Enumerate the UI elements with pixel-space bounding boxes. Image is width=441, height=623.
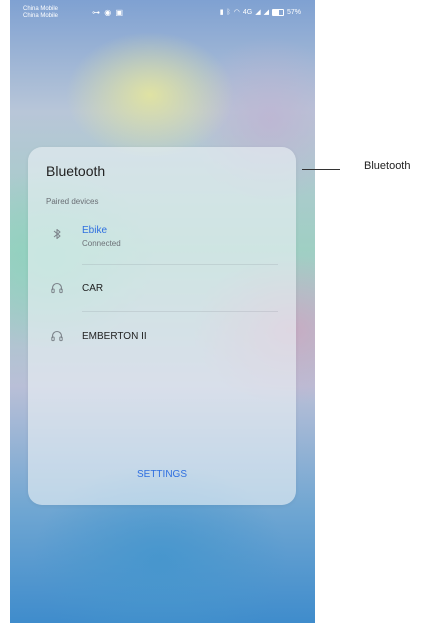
vibrate-icon: ▮ <box>219 9 224 16</box>
screenshot-canvas: China Mobile China Mobile ⊶ ◉ ▣ ▮ ᛒ ◠ 4G… <box>0 0 441 623</box>
battery-percent: 57% <box>286 8 301 16</box>
status-icons-right: ▮ ᛒ ◠ 4G ◢ ◢ 57% <box>220 8 301 16</box>
bluetooth-panel: Bluetooth Paired devices Ebike Connected <box>28 147 296 505</box>
bluetooth-icon <box>50 227 64 241</box>
signal-icon-2: ◢ <box>263 9 269 16</box>
bluetooth-status-icon: ᛒ <box>226 8 231 16</box>
panel-title: Bluetooth <box>46 163 106 179</box>
signal-text: 4G <box>242 8 253 16</box>
eye-icon: ◉ <box>104 8 113 17</box>
device-name: Ebike <box>82 225 108 236</box>
device-name: CAR <box>82 283 104 294</box>
battery-icon <box>271 8 284 16</box>
headphones-icon <box>50 329 64 343</box>
divider <box>82 311 278 312</box>
device-name: EMBERTON II <box>82 331 147 342</box>
status-icons-left: ⊶ ◉ ▣ <box>92 8 124 17</box>
device-item-ebike[interactable]: Ebike Connected <box>28 219 296 259</box>
device-item-emberton-ii[interactable]: EMBERTON II <box>28 321 296 361</box>
callout-label: Bluetooth <box>364 160 411 172</box>
signal-icon: ◢ <box>255 9 261 16</box>
divider <box>82 264 278 265</box>
phone-screen: China Mobile China Mobile ⊶ ◉ ▣ ▮ ᛒ ◠ 4G… <box>10 0 315 623</box>
callout-line <box>302 169 340 170</box>
headphones-icon <box>50 281 64 295</box>
notification-icon: ▣ <box>115 8 125 17</box>
carrier-line-2: China Mobile <box>23 13 59 19</box>
device-item-car[interactable]: CAR <box>28 273 296 313</box>
settings-button[interactable]: SETTINGS <box>28 469 296 480</box>
wifi-icon: ◠ <box>233 9 240 16</box>
paired-devices-label: Paired devices <box>46 197 99 206</box>
carrier-info: China Mobile China Mobile <box>23 6 93 20</box>
battery-fill <box>272 9 279 15</box>
status-bar: China Mobile China Mobile ⊶ ◉ ▣ ▮ ᛒ ◠ 4G… <box>10 0 315 26</box>
key-icon: ⊶ <box>92 8 101 17</box>
device-status: Connected <box>82 239 121 248</box>
carrier-line-1: China Mobile <box>23 6 59 12</box>
